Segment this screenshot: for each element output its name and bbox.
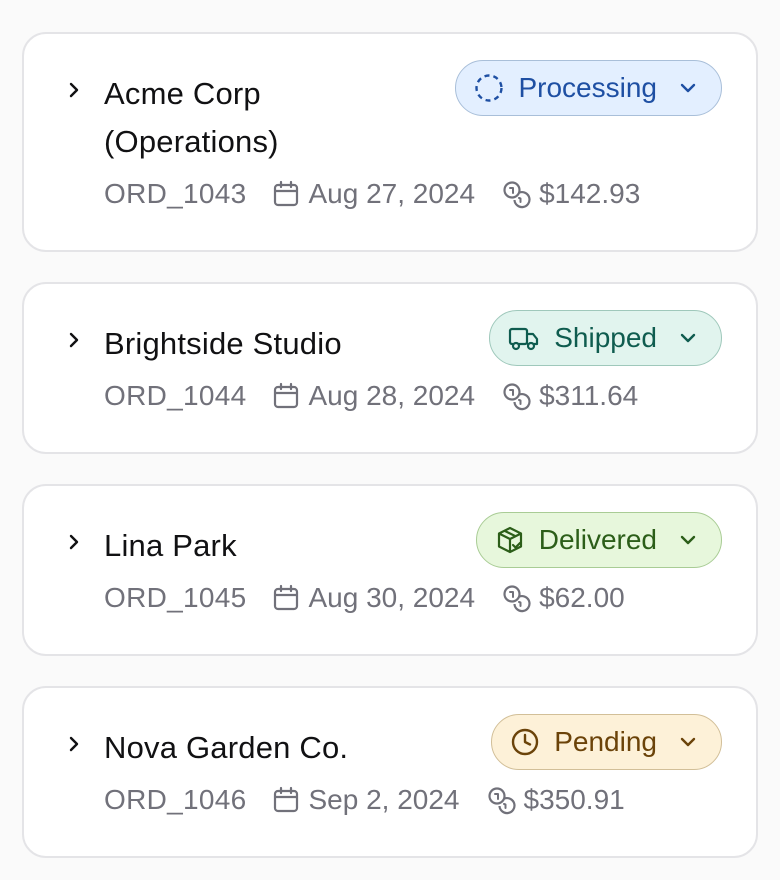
order-date-item: Aug 28, 2024 (272, 380, 475, 412)
order-meta: ORD_1044 Aug 28, 2024 $311.64 (104, 380, 638, 412)
calendar-icon (274, 786, 299, 813)
order-meta: ORD_1046 Sep 2, 2024 $350.91 (104, 784, 625, 816)
order-card: Acme Corp (Operations) Processing ORD_10… (22, 32, 758, 252)
calendar-icon (274, 180, 299, 207)
order-id: ORD_1046 (104, 784, 247, 815)
expand-row-button[interactable] (62, 530, 86, 554)
status-dropdown[interactable]: Pending (491, 714, 722, 770)
chevron-down-icon (679, 531, 697, 549)
chevron-down-icon (679, 329, 697, 347)
coins-icon (503, 585, 531, 613)
status-label: Shipped (554, 322, 657, 353)
order-id: ORD_1044 (104, 380, 247, 411)
order-card: Brightside Studio Shipped ORD_1044 Aug 2… (22, 282, 758, 454)
expand-row-button[interactable] (62, 732, 86, 756)
order-amount: $62.00 (539, 582, 625, 613)
chevron-down-icon (679, 79, 697, 97)
coins-icon (503, 181, 531, 209)
order-date-item: Aug 27, 2024 (272, 178, 475, 210)
chevron-right-icon (69, 332, 79, 348)
order-date-item: Aug 30, 2024 (272, 582, 475, 614)
order-amount-item: $350.91 (486, 784, 625, 816)
calendar-icon (274, 382, 299, 409)
expand-row-button[interactable] (62, 78, 86, 102)
order-date: Aug 27, 2024 (308, 178, 476, 209)
chevron-right-icon (69, 82, 79, 98)
order-date-item: Sep 2, 2024 (272, 784, 460, 816)
coins-icon (503, 383, 531, 411)
expand-row-button[interactable] (62, 328, 86, 352)
order-amount-item: $62.00 (501, 582, 625, 614)
truck-icon (508, 323, 540, 353)
status-dropdown[interactable]: Shipped (489, 310, 722, 366)
status-dropdown[interactable]: Processing (455, 60, 722, 116)
status-dropdown[interactable]: Delivered (475, 512, 722, 568)
order-date: Sep 2, 2024 (308, 784, 460, 815)
order-card: Lina Park Delivered ORD_1045 Aug 30, 202… (22, 484, 758, 656)
order-id: ORD_1043 (104, 178, 247, 209)
order-amount-item: $311.64 (501, 380, 638, 412)
status-label: Pending (554, 726, 657, 757)
customer-name: Acme Corp (Operations) (104, 76, 279, 159)
calendar-icon (274, 584, 299, 611)
clock-icon (510, 727, 540, 757)
status-label: Delivered (538, 524, 657, 555)
customer-name: Brightside Studio (104, 326, 342, 361)
order-meta: ORD_1043 Aug 27, 2024 $142.93 (104, 178, 640, 210)
package-check-icon (495, 525, 525, 555)
chevron-right-icon (69, 736, 79, 752)
order-amount: $350.91 (523, 784, 625, 815)
chevron-down-icon (679, 733, 697, 751)
coins-icon (487, 787, 516, 815)
orders-list: Acme Corp (Operations) Processing ORD_10… (22, 32, 758, 858)
order-id: ORD_1045 (104, 582, 247, 613)
order-meta: ORD_1045 Aug 30, 2024 $62.00 (104, 582, 625, 614)
order-amount: $142.93 (539, 178, 641, 209)
order-amount: $311.64 (539, 380, 639, 411)
chevron-right-icon (69, 534, 79, 550)
order-card: Nova Garden Co. Pending ORD_1046 Sep 2, … (22, 686, 758, 858)
status-label: Processing (518, 72, 657, 103)
customer-name: Lina Park (104, 528, 237, 563)
order-date: Aug 30, 2024 (308, 582, 476, 613)
dashed-circle-icon (474, 73, 504, 103)
order-date: Aug 28, 2024 (308, 380, 476, 411)
order-amount-item: $142.93 (501, 178, 640, 210)
customer-name: Nova Garden Co. (104, 730, 349, 765)
